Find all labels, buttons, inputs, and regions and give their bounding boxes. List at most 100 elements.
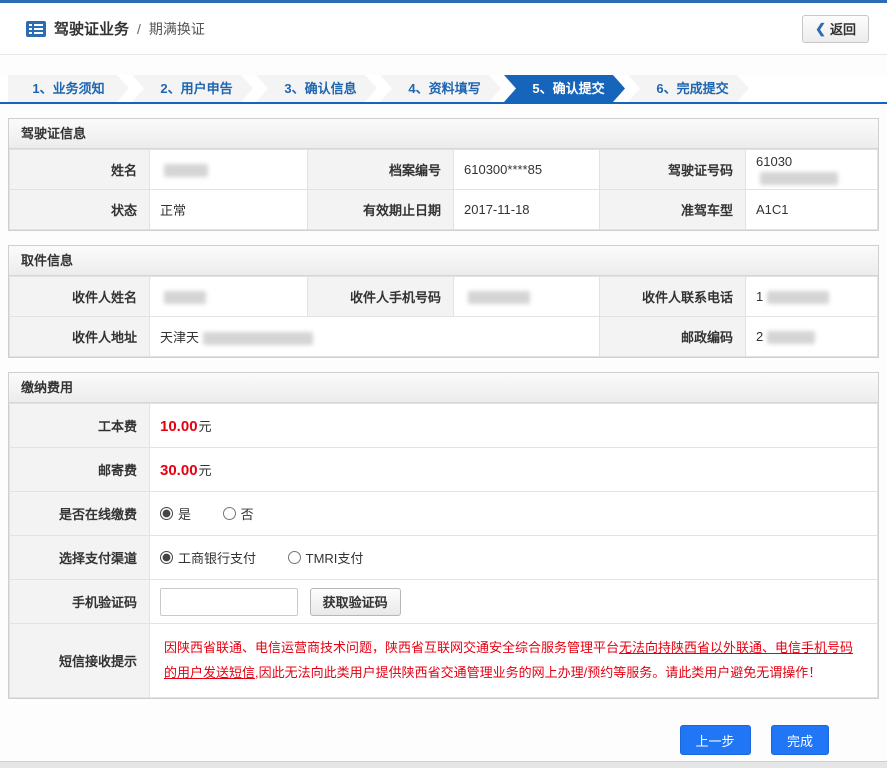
online-no-label: 否: [240, 507, 254, 522]
table-row: 是否在线缴费 是 否: [9, 491, 878, 536]
page-header: 驾驶证业务 / 期满换证 ❮ 返回: [0, 3, 887, 55]
online-payment-label: 是否在线缴费: [9, 491, 150, 536]
table-row: 收件人地址 天津天 邮政编码 2: [9, 316, 878, 357]
mailing-fee-value: 30.00元: [149, 447, 878, 492]
table-row: 手机验证码 获取验证码: [9, 579, 878, 624]
online-no-option[interactable]: 否: [222, 504, 254, 523]
pickup-info-table: 收件人姓名 收件人手机号码 收件人联系电话 1 收件人地址 天津天 邮政编码 2: [9, 276, 878, 357]
table-row: 短信接收提示 因陕西省联通、电信运营商技术问题，陕西省互联网交通安全综合服务管理…: [9, 622, 878, 699]
notice-text-after: ,因此无法向此类用户提供陕西省交通管理业务的网上办理/预约等服务。请此类用户避免…: [255, 664, 822, 680]
redacted-value: [468, 291, 530, 305]
postal-code-value: 2: [745, 316, 878, 357]
recipient-address-label: 收件人地址: [9, 316, 150, 357]
title-separator: /: [137, 20, 141, 37]
icbc-pay-label: 工商银行支付: [178, 551, 257, 566]
sms-notice-label: 短信接收提示: [9, 622, 150, 699]
step-4-fill-data: 4、资料填写: [380, 75, 501, 102]
production-fee-label: 工本费: [9, 403, 150, 448]
status-value: 正常: [149, 189, 308, 230]
recipient-phone-value: 1: [745, 276, 878, 317]
icbc-pay-option[interactable]: 工商银行支付: [160, 548, 256, 567]
online-yes-radio[interactable]: [160, 507, 173, 520]
page-title: 驾驶证业务: [54, 21, 130, 38]
table-row: 选择支付渠道 工商银行支付 TMRI支付: [9, 535, 878, 580]
production-fee-amount: 10.00: [160, 418, 198, 435]
payment-table: 工本费 10.00元 邮寄费 30.00元 是否在线缴费 是 否 选择支付渠道 …: [9, 403, 878, 699]
online-yes-label: 是: [178, 507, 192, 522]
payment-section-title: 缴纳费用: [9, 373, 878, 403]
redacted-value: [767, 331, 816, 345]
redacted-value: [164, 164, 208, 178]
sms-code-field: 获取验证码: [149, 579, 878, 624]
pickup-section-title: 取件信息: [9, 246, 878, 276]
step-1-business-notice: 1、业务须知: [8, 75, 129, 102]
online-yes-option[interactable]: 是: [160, 504, 191, 523]
file-number-value: 610300****85: [453, 149, 600, 190]
redacted-value: [760, 171, 838, 185]
pickup-info-section: 取件信息 收件人姓名 收件人手机号码 收件人联系电话 1 收件人地址 天津天 邮…: [8, 245, 879, 358]
recipient-mobile-value: [453, 276, 600, 317]
step-nav: 1、业务须知 2、用户申告 3、确认信息 4、资料填写 5、确认提交 6、完成提…: [0, 75, 887, 104]
tmri-pay-radio[interactable]: [287, 551, 301, 564]
table-row: 姓名 档案编号 610300****85 驾驶证号码 61030: [9, 149, 878, 190]
mailing-fee-amount: 30.00: [160, 462, 198, 479]
tmri-pay-label: TMRI支付: [305, 551, 364, 566]
fee-unit: 元: [198, 419, 212, 434]
license-section-title: 驾驶证信息: [9, 119, 878, 149]
license-info-section: 驾驶证信息 姓名 档案编号 610300****85 驾驶证号码 61030 状…: [8, 118, 879, 231]
vehicle-class-value: A1C1: [745, 189, 878, 230]
step-3-confirm-info: 3、确认信息: [256, 75, 377, 102]
back-label: 返回: [829, 22, 856, 37]
online-payment-options: 是 否: [149, 491, 878, 536]
table-row: 收件人姓名 收件人手机号码 收件人联系电话 1: [9, 276, 878, 317]
table-row: 工本费 10.00元: [9, 403, 878, 448]
license-business-icon: [26, 20, 46, 37]
file-number-label: 档案编号: [307, 149, 454, 190]
icbc-pay-radio[interactable]: [160, 551, 173, 564]
breadcrumb: 驾驶证业务 / 期满换证: [26, 18, 205, 39]
postal-code-label: 邮政编码: [599, 316, 746, 357]
status-label: 状态: [9, 189, 150, 230]
prev-step-button[interactable]: 上一步: [679, 725, 751, 756]
production-fee-value: 10.00元: [149, 403, 878, 448]
expiry-date-label: 有效期止日期: [307, 189, 454, 230]
sms-code-input[interactable]: [160, 587, 298, 616]
payment-channel-options: 工商银行支付 TMRI支付: [149, 535, 878, 580]
redacted-value: [203, 332, 314, 346]
recipient-address-value: 天津天: [149, 316, 600, 357]
name-label: 姓名: [9, 149, 150, 190]
sms-notice-text: 因陕西省联通、电信运营商技术问题，陕西省互联网交通安全综合服务管理平台无法向持陕…: [149, 622, 878, 699]
online-no-radio[interactable]: [222, 507, 236, 520]
form-actions: 上一步 完成: [0, 699, 887, 756]
tmri-pay-option[interactable]: TMRI支付: [287, 548, 364, 567]
sms-code-label: 手机验证码: [9, 579, 150, 624]
footer: [0, 761, 887, 768]
name-value: [149, 149, 308, 190]
recipient-name-label: 收件人姓名: [9, 276, 150, 317]
notice-text-before: 因陕西省联通、电信运营商技术问题，陕西省互联网交通安全综合服务管理平台: [164, 640, 620, 655]
license-number-value: 61030: [745, 149, 878, 190]
table-row: 状态 正常 有效期止日期 2017-11-18 准驾车型 A1C1: [9, 189, 878, 230]
recipient-mobile-label: 收件人手机号码: [307, 276, 454, 317]
step-2-user-declaration: 2、用户申告: [132, 75, 253, 102]
expiry-date-value: 2017-11-18: [453, 189, 600, 230]
license-number-label: 驾驶证号码: [599, 149, 746, 190]
step-6-finish-submit: 6、完成提交: [628, 75, 749, 102]
back-button[interactable]: ❮ 返回: [802, 14, 869, 43]
payment-channel-label: 选择支付渠道: [9, 535, 150, 580]
page-subtitle: 期满换证: [148, 20, 205, 37]
recipient-phone-label: 收件人联系电话: [599, 276, 746, 317]
step-5-confirm-submit: 5、确认提交: [504, 75, 625, 102]
table-row: 邮寄费 30.00元: [9, 447, 878, 492]
vehicle-class-label: 准驾车型: [599, 189, 746, 230]
redacted-value: [164, 291, 206, 305]
finish-button[interactable]: 完成: [770, 725, 829, 756]
mailing-fee-label: 邮寄费: [9, 447, 150, 492]
get-code-button[interactable]: 获取验证码: [309, 587, 401, 616]
payment-section: 缴纳费用 工本费 10.00元 邮寄费 30.00元 是否在线缴费 是 否 选择…: [8, 372, 879, 700]
license-info-table: 姓名 档案编号 610300****85 驾驶证号码 61030 状态 正常 有…: [9, 149, 878, 230]
fee-unit: 元: [198, 463, 212, 478]
recipient-name-value: [149, 276, 308, 317]
redacted-value: [767, 291, 830, 305]
chevron-left-icon: ❮: [815, 20, 826, 36]
